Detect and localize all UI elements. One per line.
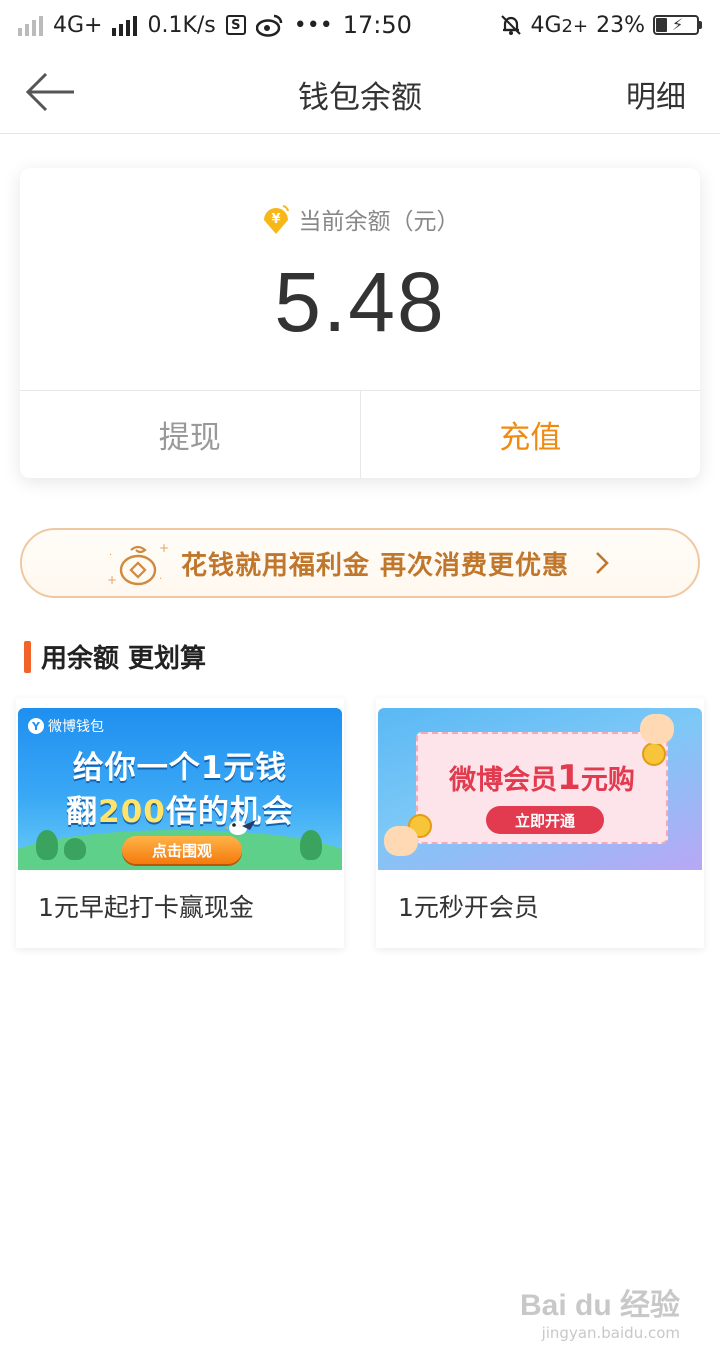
page-title: 钱包余额 — [298, 80, 422, 116]
hand-icon — [384, 826, 418, 856]
section-accent-bar — [24, 640, 31, 673]
promo-headline: 给你一个1元钱 — [72, 750, 288, 786]
promo-button-membership[interactable]: 立即开通 — [486, 806, 604, 834]
battery-charging-icon: ⚡ — [653, 15, 702, 35]
tree-decoration — [64, 838, 86, 860]
section-header: 用余额 更划算 — [24, 638, 206, 675]
balance-actions: 提现 充值 — [20, 390, 700, 478]
more-indicator: ••• — [293, 12, 333, 38]
promo-caption-checkin: 1元早起打卡赢现金 — [38, 893, 254, 922]
wallet-logo-icon: Y — [28, 718, 44, 734]
svg-text:+: + — [159, 541, 169, 555]
signal-icon — [112, 14, 138, 36]
svg-text:+: + — [107, 573, 117, 587]
network-speed: 0.1K/s — [147, 12, 216, 38]
s-app-icon: S — [225, 15, 246, 35]
coupon-ticket: 微博会员1元购 立即开通 — [416, 732, 668, 844]
yen-coin-icon: ¥ — [263, 205, 289, 234]
promo-card-checkin[interactable]: Y 微博钱包 给你一个1元钱 翻200倍的机会 点击围观 1元早起打卡赢现金 — [16, 698, 344, 948]
withdraw-button[interactable]: 提现 — [20, 391, 361, 478]
money-bag-icon: · + + · — [107, 541, 169, 587]
recharge-button[interactable]: 充值 — [361, 391, 701, 478]
signal-icon — [18, 14, 43, 36]
hand-icon — [640, 714, 674, 744]
detail-button[interactable]: 明细 — [626, 72, 686, 116]
tree-decoration — [300, 830, 322, 860]
wallet-brand: Y 微博钱包 — [28, 716, 104, 736]
status-bar: 4G+ 0.1K/s S ••• 17:50 4G2+ 23% ⚡ — [0, 0, 720, 50]
section-title: 用余额 更划算 — [41, 644, 207, 674]
weibo-icon — [255, 14, 283, 37]
mute-bell-icon — [500, 15, 521, 35]
bird-icon — [224, 820, 256, 835]
promo-headline: 微博会员1元购 — [449, 758, 635, 798]
welfare-banner[interactable]: · + + · 花钱就用福利金 再次消费更优惠 — [20, 528, 700, 598]
network-type: 4G+ — [53, 12, 103, 38]
svg-text:·: · — [109, 550, 112, 561]
balance-label: 当前余额（元） — [298, 209, 460, 235]
tree-decoration — [36, 830, 58, 860]
banner-text: 花钱就用福利金 再次消费更优惠 — [180, 550, 570, 581]
coin-icon — [642, 742, 666, 766]
promo-image-checkin[interactable]: Y 微博钱包 给你一个1元钱 翻200倍的机会 点击围观 — [18, 708, 342, 870]
balance-amount: 5.48 — [274, 255, 446, 349]
network-type-2: 4G2+ — [530, 12, 589, 38]
promo-card-membership[interactable]: 微博会员1元购 立即开通 1元秒开会员 — [376, 698, 704, 948]
balance-label-row: ¥ 当前余额（元） — [20, 202, 700, 236]
status-time: 17:50 — [342, 11, 412, 39]
svg-text:·: · — [159, 574, 162, 585]
battery-percent: 23% — [596, 12, 645, 38]
nav-bar: 钱包余额 明细 — [0, 50, 720, 134]
promo-button-checkin[interactable]: 点击围观 — [122, 836, 242, 864]
promo-caption-membership: 1元秒开会员 — [398, 893, 539, 922]
svg-text:¥: ¥ — [271, 212, 280, 227]
chevron-right-icon — [596, 552, 609, 574]
promo-subheadline: 翻200倍的机会 — [66, 794, 294, 830]
baidu-watermark: Bai du 经验 jingyan.baidu.com — [519, 1289, 680, 1342]
balance-card: ¥ 当前余额（元） 5.48 提现 充值 — [20, 168, 700, 478]
promo-image-membership[interactable]: 微博会员1元购 立即开通 — [378, 708, 702, 870]
